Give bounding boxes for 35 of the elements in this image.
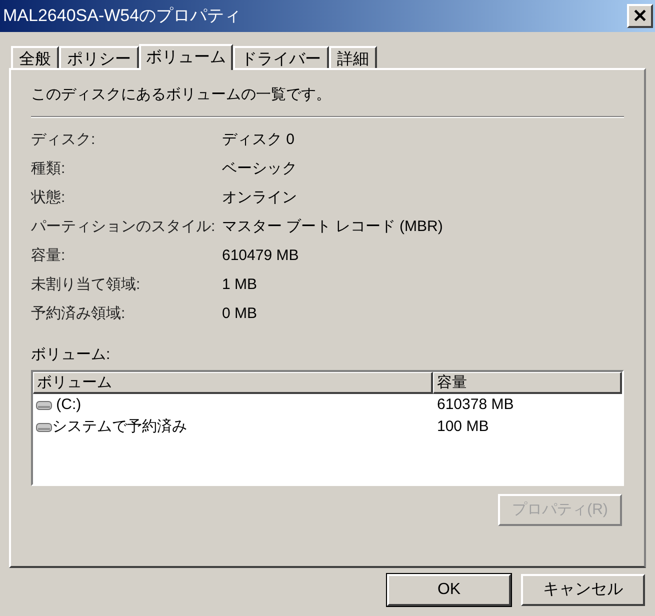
volume-row[interactable]: (C:) 610378 MB (33, 394, 622, 416)
property-label: 未割り当て領域: (31, 274, 142, 295)
property-label: パーティションのスタイル: (31, 216, 216, 237)
property-value: オンライン (222, 188, 297, 208)
property-label: 状態: (31, 188, 66, 208)
property-value: ディスク 0 (222, 130, 295, 150)
tab[interactable]: ボリューム (139, 44, 233, 70)
volumes-label: ボリューム: (31, 344, 112, 364)
tab[interactable]: ポリシー (59, 46, 139, 68)
volume-name: (C:) (55, 394, 82, 415)
property-label: ディスク: (31, 130, 96, 150)
tab[interactable]: 全般 (11, 46, 59, 68)
tab[interactable]: ドライバー (233, 46, 329, 68)
property-value: マスター ブート レコード (MBR) (222, 216, 443, 237)
property-value: 1 MB (222, 274, 258, 295)
drive-icon (36, 400, 52, 410)
property-label: 予約済み領域: (31, 304, 126, 324)
window-title: MAL2640SA-W54のプロパティ (2, 5, 242, 28)
dialog-button[interactable]: キャンセル (521, 574, 645, 606)
volume-capacity: 610378 MB (436, 394, 514, 415)
close-button[interactable]: ✕ (627, 4, 653, 28)
property-value: 0 MB (222, 304, 258, 324)
property-label: 種類: (31, 158, 66, 179)
volume-name: システムで予約済み (52, 416, 187, 437)
property-value: 610479 MB (222, 246, 299, 266)
property-value: ベーシック (222, 158, 297, 179)
drive-icon (36, 422, 52, 432)
dialog-button[interactable]: OK (387, 574, 511, 606)
description-text: このディスクにあるボリュームの一覧です。 (31, 85, 332, 105)
property-label: 容量: (31, 246, 66, 266)
column-header[interactable]: ボリューム (33, 372, 433, 394)
volume-row[interactable]: システムで予約済み 100 MB (33, 416, 622, 438)
tab[interactable]: 詳細 (329, 46, 377, 68)
column-header[interactable]: 容量 (433, 372, 622, 394)
volume-capacity: 100 MB (436, 416, 489, 437)
